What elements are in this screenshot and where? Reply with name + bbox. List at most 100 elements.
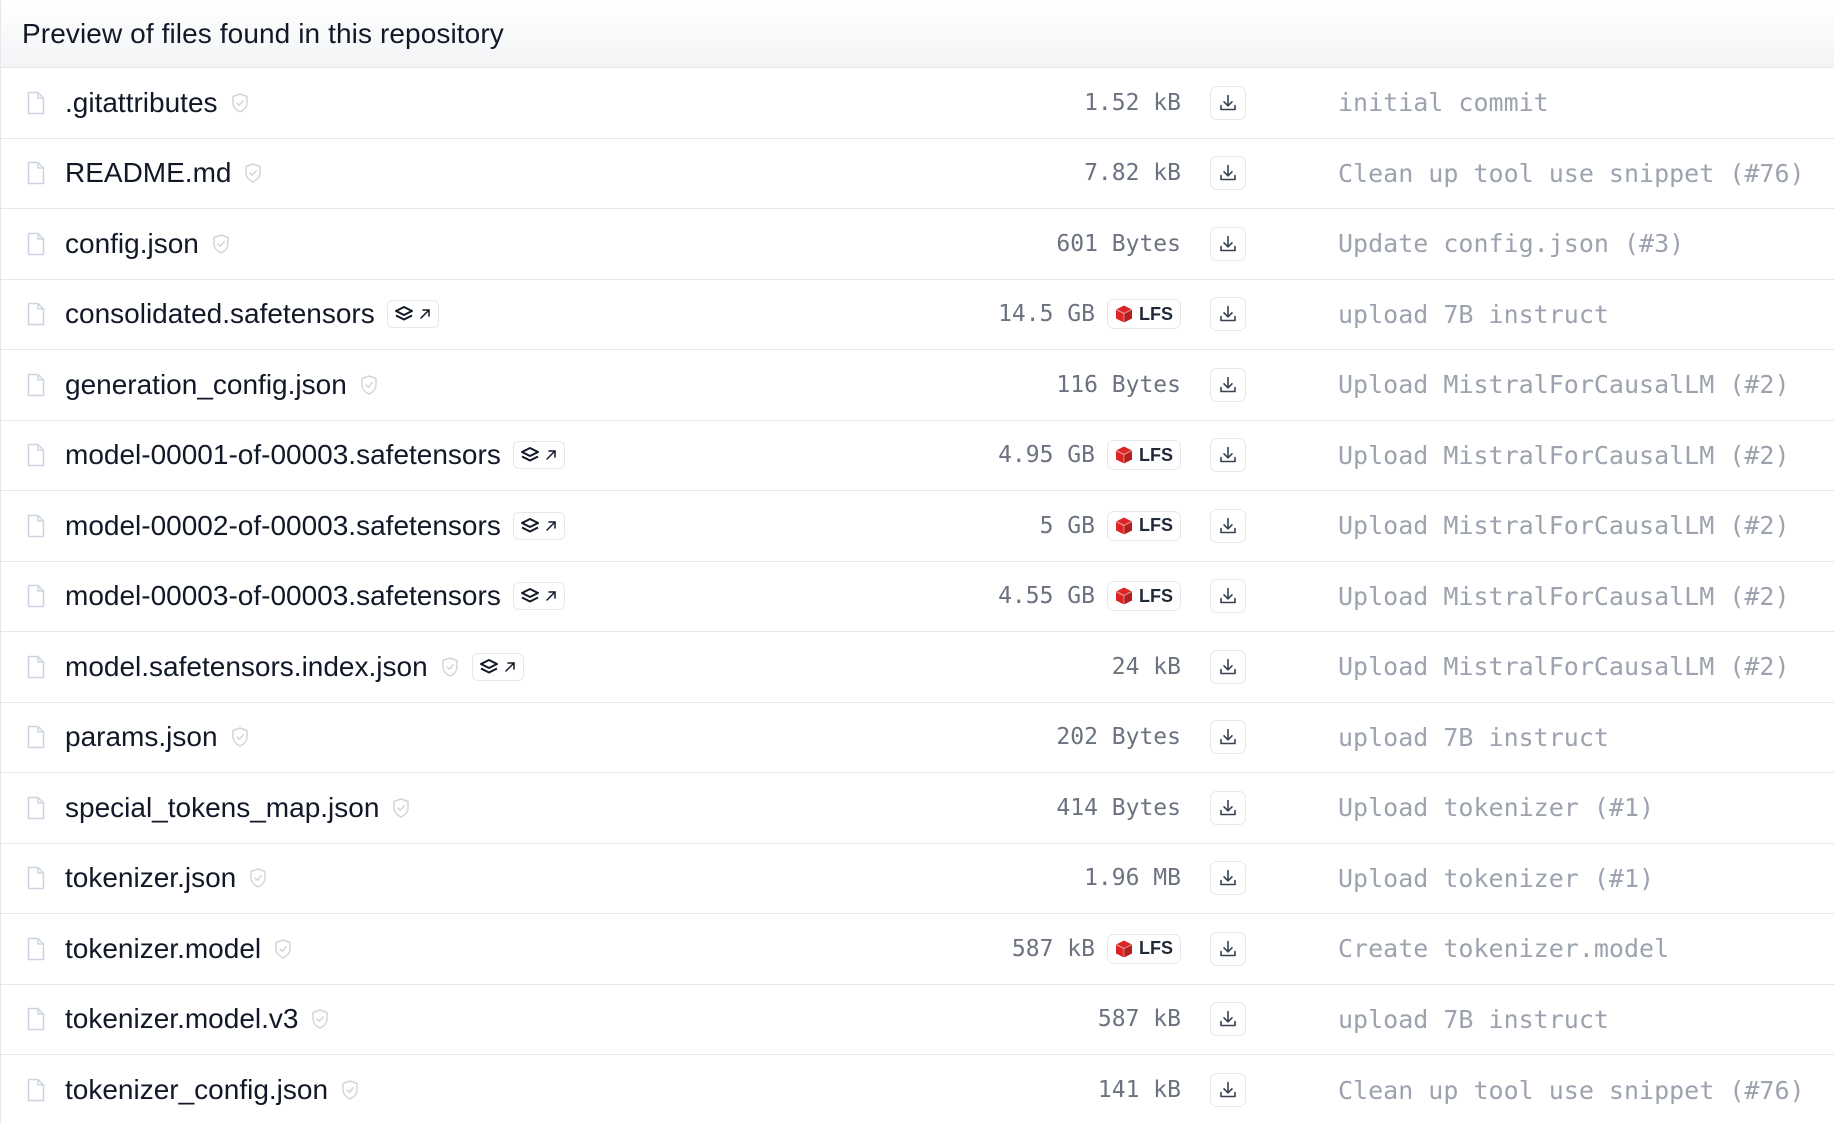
file-name-link[interactable]: generation_config.json [65, 369, 347, 401]
file-row: params.json 202 Bytes upload 7B instruct [1, 703, 1834, 773]
file-name-link[interactable]: tokenizer_config.json [65, 1074, 328, 1106]
commit-message-link[interactable]: upload 7B instruct [1338, 703, 1609, 773]
commit-message-link[interactable]: Update config.json (#3) [1338, 209, 1684, 279]
file-name-link[interactable]: tokenizer.json [65, 862, 236, 894]
commit-message-link[interactable]: initial commit [1338, 68, 1549, 138]
shield-check-icon[interactable] [340, 1079, 360, 1101]
file-row: .gitattributes 1.52 kB initial commit [1, 68, 1834, 139]
download-button[interactable] [1210, 438, 1246, 473]
file-name-link[interactable]: special_tokens_map.json [65, 792, 379, 824]
file-size: 587 kB [1097, 1006, 1181, 1033]
download-button[interactable] [1210, 85, 1246, 120]
shield-check-icon[interactable] [230, 726, 250, 748]
file-name-link[interactable]: config.json [65, 228, 199, 260]
commit-message-link[interactable]: Upload MistralForCausalLM (#2) [1338, 562, 1790, 632]
commit-message-link[interactable]: Upload tokenizer (#1) [1338, 773, 1654, 843]
file-size: 116 Bytes [1056, 371, 1181, 398]
commit-message-link[interactable]: Upload MistralForCausalLM (#2) [1338, 421, 1790, 491]
file-icon [27, 373, 45, 396]
panel-title: Preview of files found in this repositor… [22, 17, 504, 49]
file-size: 24 kB [1111, 653, 1181, 680]
xet-storage-badge[interactable] [386, 300, 439, 329]
file-name-link[interactable]: consolidated.safetensors [65, 298, 375, 330]
file-size: 4.95 GB [998, 442, 1095, 469]
file-size-group: 587 kB LFS [1012, 914, 1181, 984]
commit-message-link[interactable]: upload 7B instruct [1338, 985, 1609, 1055]
file-name-link[interactable]: model-00002-of-00003.safetensors [65, 510, 501, 542]
lfs-cube-icon [1115, 940, 1133, 958]
commit-message-link[interactable]: Upload tokenizer (#1) [1338, 844, 1654, 914]
lfs-badge[interactable]: LFS [1107, 581, 1181, 612]
download-button[interactable] [1210, 156, 1246, 191]
file-size: 587 kB [1011, 935, 1095, 962]
file-size-group: 116 Bytes [1056, 350, 1181, 420]
shield-check-icon[interactable] [310, 1008, 330, 1030]
file-name-link[interactable]: model-00001-of-00003.safetensors [65, 439, 501, 471]
download-button[interactable] [1210, 1073, 1246, 1108]
shield-check-icon[interactable] [230, 92, 250, 114]
lfs-badge[interactable]: LFS [1107, 510, 1181, 541]
commit-message-link[interactable]: upload 7B instruct [1338, 280, 1609, 350]
lfs-badge[interactable]: LFS [1107, 933, 1181, 964]
file-name-link[interactable]: .gitattributes [65, 87, 218, 119]
file-name-group: model.safetensors.index.json [65, 632, 524, 702]
download-button[interactable] [1210, 508, 1246, 543]
file-size-group: 587 kB [1098, 985, 1181, 1055]
layers-icon [520, 447, 539, 462]
lfs-badge[interactable]: LFS [1107, 440, 1181, 471]
file-name-group: model-00001-of-00003.safetensors [65, 421, 565, 491]
download-button[interactable] [1210, 720, 1246, 755]
file-icon [27, 232, 45, 255]
shield-check-icon[interactable] [273, 938, 293, 960]
file-icon [27, 867, 45, 890]
file-icon [27, 444, 45, 467]
file-row: README.md 7.82 kB Clean up tool use snip… [1, 139, 1834, 209]
shield-check-icon[interactable] [391, 797, 411, 819]
file-name-group: special_tokens_map.json [65, 773, 411, 843]
file-name-link[interactable]: tokenizer.model.v3 [65, 1003, 298, 1035]
file-row: model-00001-of-00003.safetensors 4.95 GB… [1, 421, 1834, 491]
download-button[interactable] [1210, 226, 1246, 261]
file-icon [27, 303, 45, 326]
file-name-link[interactable]: model-00003-of-00003.safetensors [65, 580, 501, 612]
xet-storage-badge[interactable] [512, 441, 565, 470]
shield-check-icon[interactable] [243, 162, 263, 184]
commit-message-link[interactable]: Upload MistralForCausalLM (#2) [1338, 491, 1790, 561]
download-button[interactable] [1210, 1002, 1246, 1037]
commit-message-link[interactable]: Clean up tool use snippet (#76) [1338, 139, 1805, 209]
file-icon [27, 1079, 45, 1102]
commit-message-link[interactable]: Create tokenizer.model [1338, 914, 1669, 984]
file-row: consolidated.safetensors 14.5 GB LFS upl… [1, 280, 1834, 350]
download-button[interactable] [1210, 297, 1246, 332]
file-name-link[interactable]: tokenizer.model [65, 933, 261, 965]
file-row: generation_config.json 116 Bytes Upload … [1, 350, 1834, 421]
file-name-group: params.json [65, 703, 250, 773]
commit-message-link[interactable]: Clean up tool use snippet (#76) [1338, 1055, 1805, 1123]
download-button[interactable] [1210, 367, 1246, 402]
commit-message-link[interactable]: Upload MistralForCausalLM (#2) [1338, 632, 1790, 702]
lfs-label: LFS [1139, 938, 1173, 959]
file-name-link[interactable]: params.json [65, 721, 218, 753]
shield-check-icon[interactable] [248, 867, 268, 889]
shield-check-icon[interactable] [440, 656, 460, 678]
download-button[interactable] [1210, 649, 1246, 684]
shield-check-icon[interactable] [211, 233, 231, 255]
file-name-group: model-00002-of-00003.safetensors [65, 491, 565, 561]
download-button[interactable] [1210, 931, 1246, 966]
xet-storage-badge[interactable] [471, 652, 524, 681]
download-button[interactable] [1210, 790, 1246, 825]
xet-storage-badge[interactable] [512, 582, 565, 611]
commit-message-link[interactable]: Upload MistralForCausalLM (#2) [1338, 350, 1790, 420]
shield-check-icon[interactable] [359, 374, 379, 396]
download-button[interactable] [1210, 861, 1246, 896]
download-button[interactable] [1210, 579, 1246, 614]
lfs-label: LFS [1139, 303, 1173, 324]
xet-storage-badge[interactable] [512, 511, 565, 540]
file-name-link[interactable]: model.safetensors.index.json [65, 651, 428, 683]
external-arrow-icon [420, 309, 430, 319]
file-size: 14.5 GB [998, 301, 1095, 328]
lfs-badge[interactable]: LFS [1107, 299, 1181, 330]
file-name-link[interactable]: README.md [65, 157, 231, 189]
file-name-group: tokenizer.model.v3 [65, 985, 330, 1055]
file-size-group: 5 GB LFS [1040, 491, 1181, 561]
